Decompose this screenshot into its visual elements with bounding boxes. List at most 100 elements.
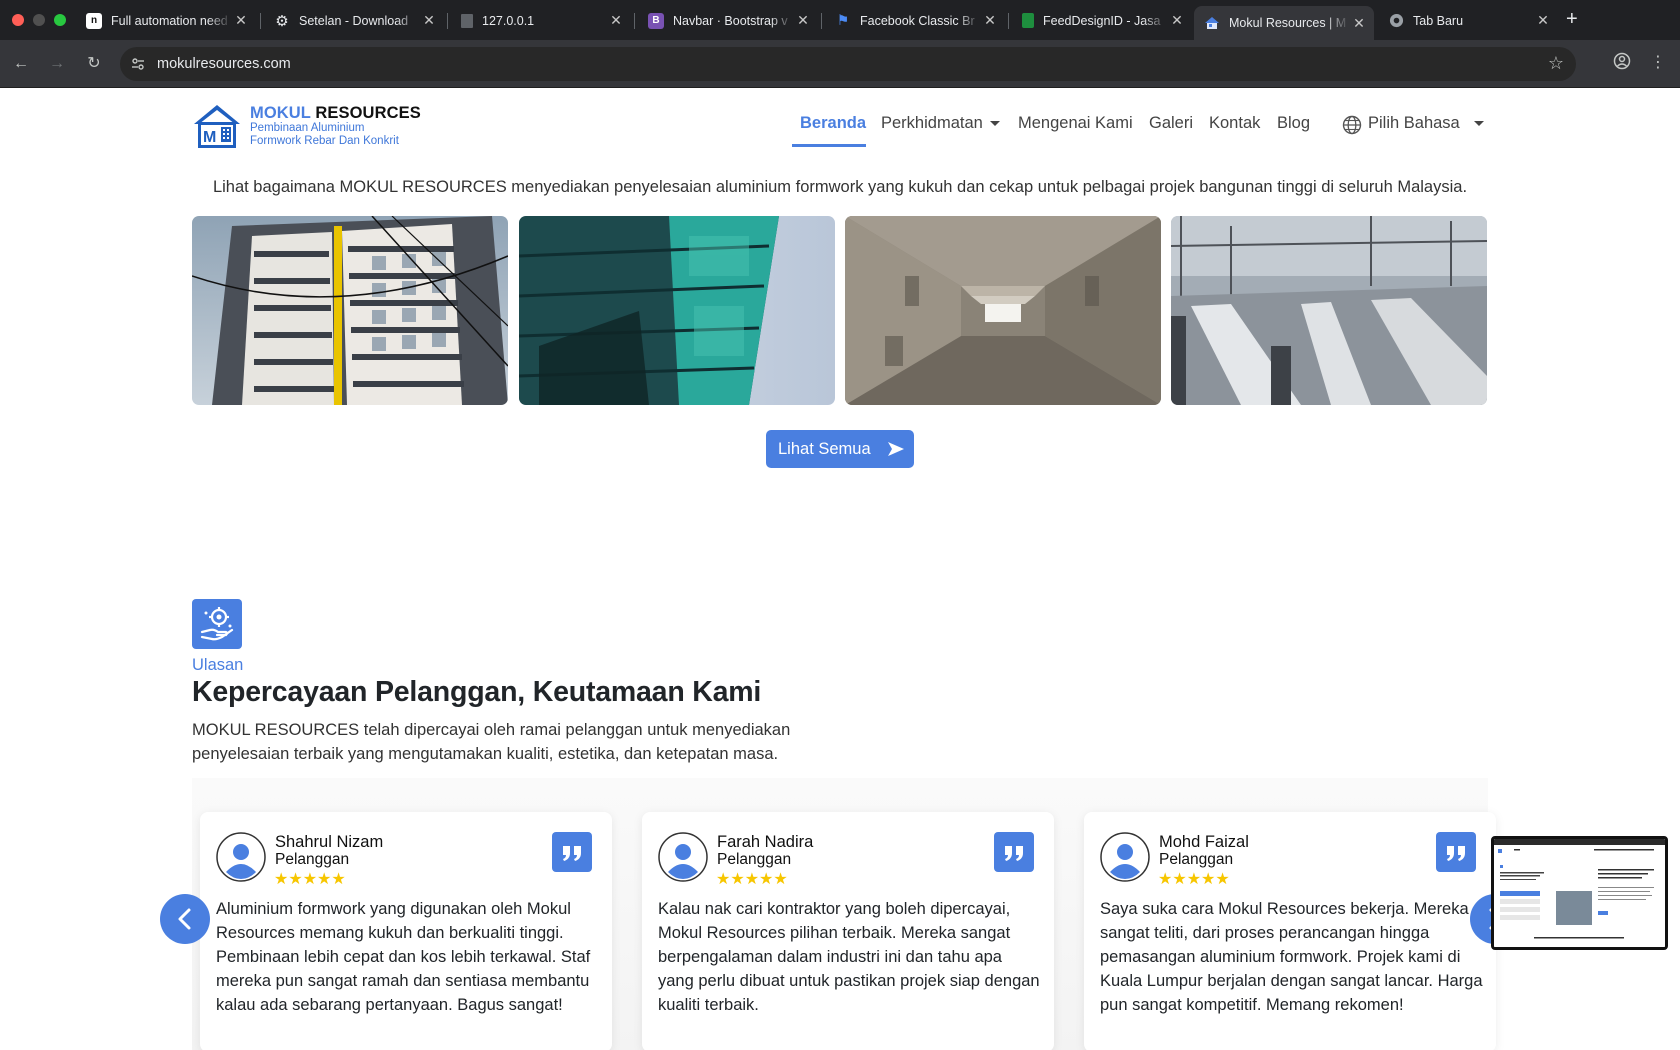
gallery-photo-formwork[interactable] — [1171, 216, 1487, 405]
reload-icon[interactable]: ↻ — [83, 53, 105, 75]
forward-icon[interactable]: → — [46, 53, 68, 75]
language-selector[interactable]: Pilih Bahasa — [1368, 114, 1484, 133]
browser-tab[interactable]: 127.0.0.1 ✕ — [451, 6, 631, 35]
nav-services-dropdown[interactable]: Perkhidmatan — [881, 114, 1000, 133]
nav-services-label: Perkhidmatan — [881, 114, 983, 132]
brand-name-accent: MOKUL — [250, 104, 311, 122]
browser-tab[interactable]: B Navbar · Bootstrap v ✕ — [638, 6, 818, 35]
star-rating: ★★★★★ — [1158, 871, 1230, 888]
quote-icon — [994, 832, 1034, 872]
reviewer-name: Shahrul Nizam — [275, 833, 384, 851]
window-maximize-button[interactable] — [54, 14, 66, 26]
close-icon[interactable]: ✕ — [1168, 12, 1186, 29]
mokul-logo-icon[interactable]: M — [192, 102, 242, 150]
close-icon[interactable]: ✕ — [1350, 15, 1368, 32]
tab-title: FeedDesignID - Jasa — [1043, 13, 1161, 28]
browser-tab[interactable]: ⚙ Setelan - Download ✕ — [264, 6, 444, 35]
site-navbar: M MOKUL RESOURCES Pembinaan Aluminium Fo… — [0, 88, 1680, 162]
gallery-photo-scaffold[interactable] — [519, 216, 835, 405]
bookmark-star-icon[interactable]: ☆ — [1548, 53, 1564, 74]
gallery-photo-apartment[interactable] — [192, 216, 508, 405]
svg-text:M: M — [203, 129, 216, 146]
back-icon[interactable]: ← — [10, 53, 32, 75]
close-icon[interactable]: ✕ — [1534, 12, 1552, 29]
flag-icon: ⚑ — [836, 12, 850, 28]
testimonial-card: Shahrul Nizam Pelanggan ★★★★★ Aluminium … — [200, 812, 612, 1050]
browser-tab-bar: n Full automation need ✕ ⚙ Setelan - Dow… — [0, 0, 1680, 40]
n8n-icon: n — [86, 12, 102, 29]
bootstrap-icon: B — [648, 12, 664, 29]
menu-kebab-icon[interactable]: ⋮ — [1647, 52, 1669, 74]
url-text: mokulresources.com — [157, 56, 291, 72]
browser-tab[interactable]: FeedDesignID - Jasa ✕ — [1012, 6, 1192, 35]
close-icon[interactable]: ✕ — [232, 12, 250, 29]
tab-title: Facebook Classic Br — [860, 13, 975, 28]
reviewer-name: Mohd Faizal — [1159, 833, 1249, 851]
chevron-left-icon — [178, 908, 191, 930]
tab-title: Navbar · Bootstrap v — [673, 13, 788, 28]
tab-title: Tab Baru — [1413, 13, 1464, 28]
address-bar[interactable]: mokulresources.com ☆ — [120, 47, 1576, 81]
quote-icon — [552, 832, 592, 872]
tab-title: Setelan - Download — [299, 13, 409, 28]
window-minimize-button[interactable] — [33, 14, 45, 26]
close-icon[interactable]: ✕ — [794, 12, 812, 29]
reviews-title: Kepercayaan Pelanggan, Keutamaan Kami — [192, 676, 762, 708]
close-icon[interactable]: ✕ — [420, 12, 438, 29]
close-icon[interactable]: ✕ — [607, 12, 625, 29]
web-page: M MOKUL RESOURCES Pembinaan Aluminium Fo… — [0, 88, 1680, 1050]
nav-home[interactable]: Beranda — [800, 114, 866, 133]
screenshot-preview-thumbnail[interactable] — [1491, 836, 1668, 950]
view-all-button[interactable]: Lihat Semua — [766, 430, 914, 468]
caret-down-icon — [1473, 121, 1484, 127]
star-rating: ★★★★★ — [716, 871, 788, 888]
gear-icon: ⚙ — [275, 12, 289, 30]
testimonial-card: Farah Nadira Pelanggan ★★★★★ Kalau nak c… — [642, 812, 1054, 1050]
review-hand-gear-icon — [192, 599, 242, 649]
profile-icon[interactable] — [1611, 52, 1633, 74]
site-info-icon[interactable] — [130, 56, 146, 72]
globe-icon — [1342, 115, 1362, 135]
nav-blog[interactable]: Blog — [1277, 114, 1310, 133]
review-text: Saya suka cara Mokul Resources bekerja. … — [1100, 900, 1483, 1014]
review-text: Kalau nak cari kontraktor yang boleh dip… — [658, 900, 1040, 1014]
reviewer-role: Pelanggan — [275, 851, 350, 868]
reviews-description: MOKUL RESOURCES telah dipercayai oleh ra… — [192, 721, 791, 763]
gallery-intro: Lihat bagaimana MOKUL RESOURCES menyedia… — [212, 178, 1468, 196]
page-icon — [461, 13, 473, 28]
quote-icon — [1436, 832, 1476, 872]
browser-tab-active[interactable]: Mokul Resources | M ✕ — [1194, 6, 1374, 40]
browser-tab[interactable]: Tab Baru ✕ — [1378, 6, 1558, 35]
tab-title: Full automation need — [111, 13, 228, 28]
nav-about[interactable]: Mengenai Kami — [1018, 114, 1133, 133]
new-tab-button[interactable]: + — [1566, 8, 1578, 31]
send-arrow-icon — [887, 442, 904, 456]
review-text: Aluminium formwork yang digunakan oleh M… — [216, 900, 591, 1014]
sheets-icon — [1022, 13, 1034, 28]
brand-name[interactable]: MOKUL RESOURCES — [250, 104, 421, 123]
browser-tab[interactable]: n Full automation need ✕ — [76, 6, 256, 35]
gallery-photo-shaft[interactable] — [845, 216, 1161, 405]
star-rating: ★★★★★ — [274, 871, 346, 888]
testimonial-card: Mohd Faizal Pelanggan ★★★★★ Saya suka ca… — [1084, 812, 1496, 1050]
browser-toolbar: ← → ↻ mokulresources.com ☆ ⋮ — [0, 40, 1680, 88]
brand-name-rest: RESOURCES — [310, 104, 421, 122]
window-close-button[interactable] — [12, 14, 24, 26]
nav-active-indicator — [792, 144, 866, 147]
carousel-prev-button[interactable] — [160, 894, 210, 944]
brand-tagline: Pembinaan Aluminium Formwork Rebar Dan K… — [250, 122, 399, 148]
language-selector-label: Pilih Bahasa — [1368, 114, 1460, 132]
browser-tab[interactable]: ⚑ Facebook Classic Br ✕ — [825, 6, 1005, 35]
brand-tagline-line: Formwork Rebar Dan Konkrit — [250, 135, 399, 147]
view-all-label: Lihat Semua — [778, 439, 871, 458]
nav-gallery[interactable]: Galeri — [1149, 114, 1193, 133]
close-icon[interactable]: ✕ — [981, 12, 999, 29]
tab-title: Mokul Resources | M — [1229, 16, 1347, 30]
tab-title: 127.0.0.1 — [482, 13, 535, 28]
nav-contact[interactable]: Kontak — [1209, 114, 1260, 133]
avatar-icon — [658, 832, 708, 882]
avatar-icon — [216, 832, 266, 882]
reviewer-role: Pelanggan — [717, 851, 792, 868]
house-icon — [1204, 15, 1220, 31]
reviewer-role: Pelanggan — [1159, 851, 1234, 868]
